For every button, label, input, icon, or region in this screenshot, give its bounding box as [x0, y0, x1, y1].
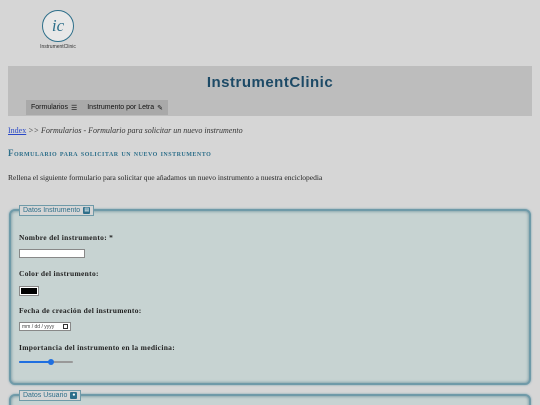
nav-item-instrumento-por-letra[interactable]: Instrumento por Letra ✎ — [82, 104, 168, 112]
legend-label: Datos Usuario — [23, 392, 68, 399]
nav-item-label: Instrumento por Letra — [87, 104, 155, 111]
fieldset-legend: Datos Usuario ● — [19, 390, 82, 401]
logo-monogram: ic — [51, 16, 65, 35]
slider-thumb[interactable] — [48, 359, 55, 365]
breadcrumb-trail: >> Formularios - Formulario para solicit… — [28, 126, 243, 135]
fieldset-datos-instrumento: Datos Instrumento ▤ Nombre del instrumen… — [9, 205, 531, 385]
breadcrumb: Index >> Formularios - Formulario para s… — [8, 126, 243, 135]
intro-text: Rellena el siguiente formulario para sol… — [8, 173, 323, 182]
instrument-color-picker[interactable] — [19, 286, 39, 296]
nav-item-label: Formularios — [31, 104, 68, 111]
date-placeholder: mm / dd / yyyy — [22, 323, 55, 330]
header: InstrumentClinic Formularios ☰ Instrumen… — [8, 66, 532, 116]
user-icon: ● — [70, 392, 78, 399]
site-logo[interactable]: ic InstrumentClinic — [34, 10, 82, 50]
date-label: Fecha de creación del instrumento: — [19, 306, 142, 315]
logo-emblem: ic — [42, 10, 74, 42]
nav-item-formularios[interactable]: Formularios ☰ — [26, 104, 82, 112]
main-nav: Formularios ☰ Instrumento por Letra ✎ — [26, 100, 169, 115]
form-title: Formulario para solicitar un nuevo instr… — [8, 148, 212, 158]
site-title: InstrumentClinic — [206, 74, 334, 91]
fieldset-datos-usuario: Datos Usuario ● — [9, 390, 531, 405]
color-swatch — [21, 288, 37, 294]
creation-date-input[interactable]: mm / dd / yyyy — [19, 322, 71, 331]
instrument-name-input[interactable] — [19, 249, 85, 258]
breadcrumb-index-link[interactable]: Index — [8, 126, 26, 135]
name-label: Nombre del instrumento: * — [19, 233, 114, 242]
pencil-icon: ✎ — [157, 104, 164, 112]
slider-fill — [19, 361, 52, 363]
importance-label: Importancia del instrumento en la medici… — [19, 343, 176, 352]
fieldset-legend: Datos Instrumento ▤ — [19, 205, 95, 216]
importance-slider[interactable] — [19, 359, 73, 365]
list-icon: ☰ — [70, 104, 78, 112]
clipboard-icon: ▤ — [83, 207, 91, 214]
color-label: Color del instrumento: — [19, 269, 99, 278]
legend-label: Datos Instrumento — [23, 207, 81, 214]
calendar-icon[interactable] — [63, 324, 68, 329]
logo-text: InstrumentClinic — [40, 44, 76, 50]
